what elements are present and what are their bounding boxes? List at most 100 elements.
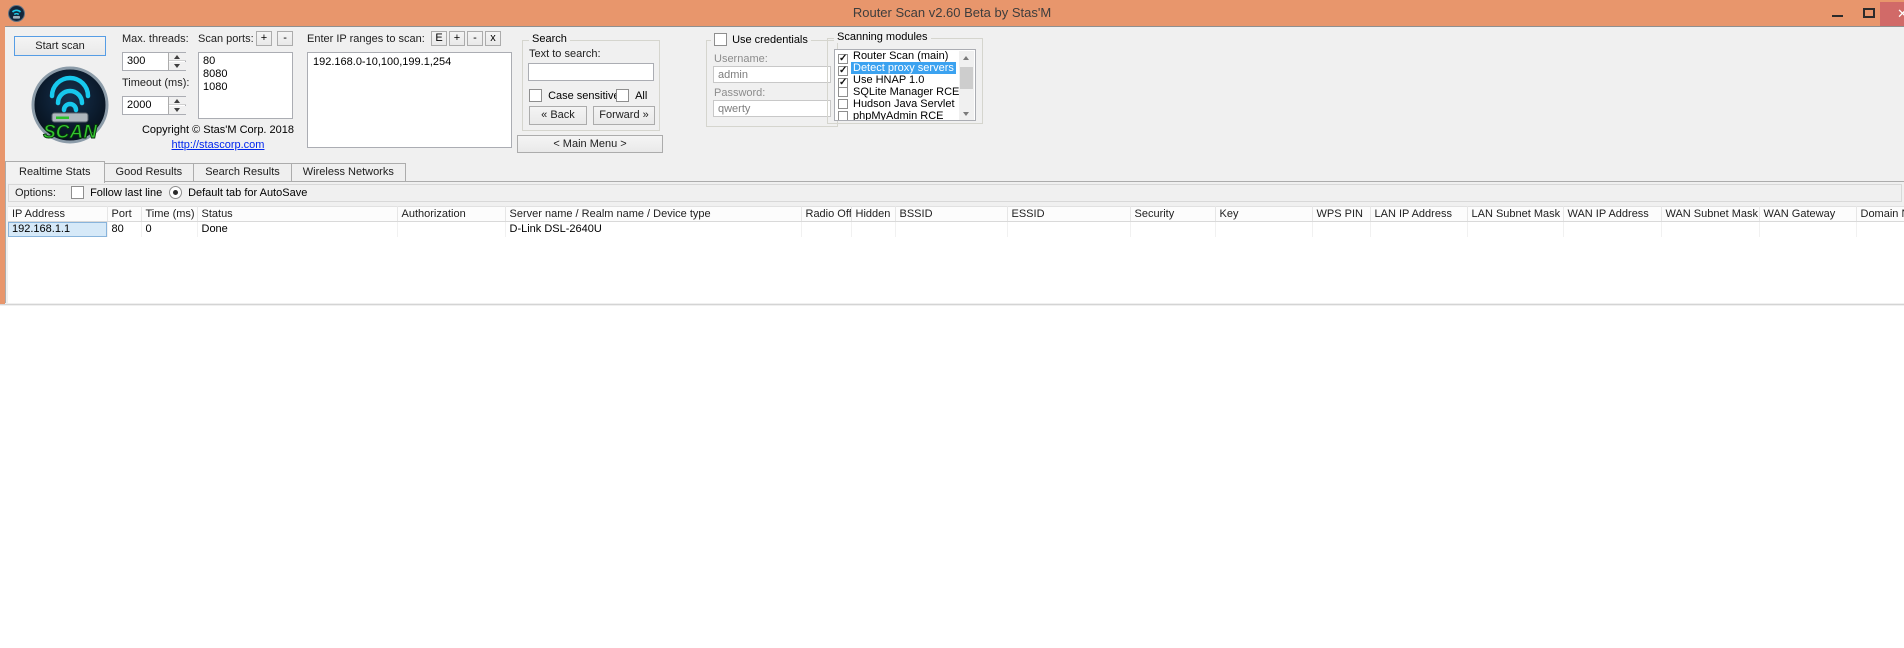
column-header[interactable]: BSSID [895,206,1008,222]
table-cell[interactable]: 80 [107,221,142,237]
table-cell[interactable] [1370,221,1468,237]
scan-ports-label: Scan ports: [198,33,254,45]
tab-good-results[interactable]: Good Results [103,163,195,181]
add-port-button[interactable]: + [256,31,272,46]
column-header[interactable]: WAN Gateway [1759,206,1857,222]
modules-list[interactable]: ✓ Router Scan (main) ✓ Detect proxy servers… [834,49,976,121]
main-menu-button[interactable]: < Main Menu > [517,135,663,153]
minimize-button[interactable] [1822,0,1852,26]
column-header[interactable]: Authorization [397,206,506,222]
column-header[interactable]: WPS PIN [1312,206,1371,222]
timeout-label: Timeout (ms): [122,77,190,89]
table-cell[interactable] [1007,221,1131,237]
username-input[interactable]: admin [713,66,831,83]
back-button[interactable]: « Back [529,106,587,125]
ip-range-button-x[interactable]: x [485,31,501,46]
spinner-down-icon[interactable] [169,62,186,70]
column-header[interactable]: ESSID [1007,206,1131,222]
ip-ranges-input[interactable]: 192.168.0-10,100,199.1,254 [307,52,512,148]
column-header[interactable]: Key [1215,206,1313,222]
max-threads-value[interactable]: 300 [127,55,145,67]
column-header[interactable]: Status [197,206,398,222]
table-cell[interactable] [895,221,1008,237]
module-label: Use HNAP 1.0 [853,74,925,86]
table-cell[interactable] [801,221,852,237]
table-cell[interactable]: 0 [141,221,198,237]
homepage-link[interactable]: http://stascorp.com [118,139,318,151]
timeout-spinner[interactable]: 2000 [122,96,186,115]
module-checkbox[interactable] [838,111,848,120]
tab-wireless-networks[interactable]: Wireless Networks [290,163,406,181]
table-cell[interactable] [1563,221,1662,237]
table-row[interactable]: 192.168.1.1 80 0 Done D-Link DSL-2640U [8,221,1904,237]
column-header[interactable]: Radio Off [801,206,852,222]
window-title: Router Scan v2.60 Beta by Stas'M [852,5,1052,20]
module-item[interactable]: ✓ Router Scan (main) [835,50,975,64]
results-table-wrap[interactable]: IP Address Port Time (ms) Status Authorizati… [8,206,1904,303]
module-item[interactable]: ✓ Detect proxy servers [835,62,975,76]
column-header[interactable]: Hidden [851,206,896,222]
max-threads-spinner[interactable]: 300 [122,52,186,71]
column-header[interactable]: LAN Subnet Mask [1467,206,1564,222]
column-header[interactable]: Server name / Realm name / Device type [505,206,802,222]
column-header[interactable]: IP Address [8,206,108,222]
use-credentials-checkbox[interactable] [714,33,727,46]
table-cell[interactable] [1215,221,1313,237]
table-cell[interactable]: Done [197,221,398,237]
table-cell[interactable]: D-Link DSL-2640U [505,221,802,237]
port-item[interactable]: 1080 [203,81,288,94]
spinner-up-icon[interactable] [169,53,186,61]
column-header[interactable]: Port [107,206,142,222]
module-checkbox[interactable] [838,99,848,109]
default-tab-autosave-label: Default tab for AutoSave [188,187,308,199]
spinner-down-icon[interactable] [169,106,186,114]
module-item[interactable]: phpMyAdmin RCE [835,110,975,120]
start-scan-button[interactable]: Start scan [14,36,106,56]
column-header[interactable]: WAN Subnet Mask [1661,206,1760,222]
scan-ports-list[interactable]: 80 8080 1080 [198,52,293,119]
all-checkbox[interactable] [616,89,629,102]
table-cell[interactable] [1759,221,1857,237]
table-cell[interactable] [1856,221,1904,237]
table-cell[interactable]: 192.168.1.1 [8,221,108,237]
port-item[interactable]: 8080 [203,68,288,81]
maximize-icon [1863,8,1875,18]
column-header[interactable]: Domain Name [1856,206,1904,222]
column-header[interactable]: Time (ms) [141,206,198,222]
column-header[interactable]: LAN IP Address [1370,206,1468,222]
case-sensitive-checkbox[interactable] [529,89,542,102]
table-cell[interactable] [1661,221,1760,237]
module-item[interactable]: Hudson Java Servlet [835,98,975,110]
tab-search-results[interactable]: Search Results [193,163,292,181]
column-header[interactable]: Security [1130,206,1216,222]
scanning-modules-group: Scanning modules ✓ Router Scan (main) ✓ Det… [827,31,983,124]
forward-button[interactable]: Forward » [593,106,655,125]
case-sensitive-label: Case sensitive [548,90,620,102]
module-checkbox[interactable] [838,87,848,97]
text-to-search-label: Text to search: [529,48,601,60]
search-input[interactable] [528,63,654,81]
follow-last-line-checkbox[interactable] [71,186,84,199]
tab-realtime-stats[interactable]: Realtime Stats [5,161,105,183]
default-tab-autosave-radio[interactable] [169,186,182,199]
table-cell[interactable] [1130,221,1216,237]
ip-range-button-E[interactable]: E [431,31,447,46]
use-credentials-label: Use credentials [732,34,808,46]
module-item[interactable]: ✓ Use HNAP 1.0 [835,74,975,88]
remove-port-button[interactable]: - [277,31,294,46]
module-item[interactable]: SQLite Manager RCE [835,86,975,98]
column-header[interactable]: WAN IP Address [1563,206,1662,222]
ip-range-button--[interactable]: - [467,31,483,46]
spinner-up-icon[interactable] [169,97,186,105]
table-cell[interactable] [397,221,506,237]
table-cell[interactable] [1467,221,1564,237]
titlebar[interactable]: Router Scan v2.60 Beta by Stas'M ✕ [0,0,1904,27]
timeout-value[interactable]: 2000 [127,99,151,111]
port-item[interactable]: 80 [203,55,288,68]
module-label: SQLite Manager RCE [853,86,960,98]
close-button[interactable]: ✕ [1880,2,1904,26]
ip-range-button-+[interactable]: + [449,31,465,46]
password-input[interactable]: qwerty [713,100,831,117]
table-cell[interactable] [1312,221,1371,237]
table-cell[interactable] [851,221,896,237]
